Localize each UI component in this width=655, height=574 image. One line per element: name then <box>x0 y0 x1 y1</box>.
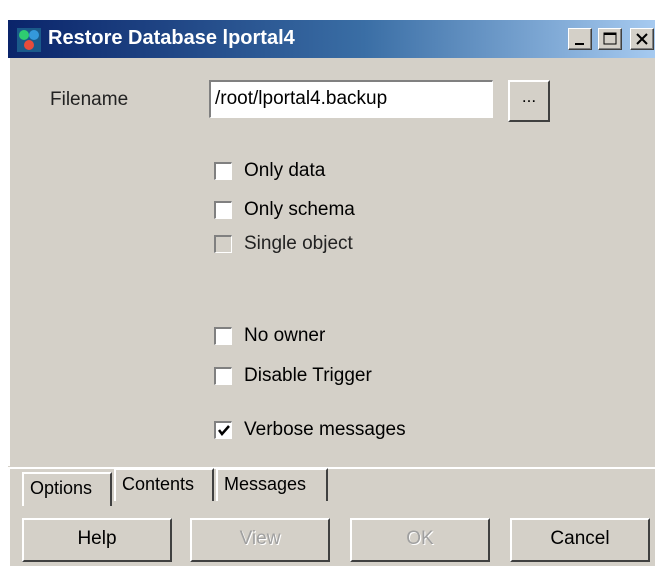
close-button[interactable] <box>630 28 654 50</box>
only-schema-checkbox[interactable] <box>214 201 232 219</box>
only-data-label: Only data <box>244 160 326 181</box>
filename-field[interactable]: /root/lportal4.backup <box>209 80 493 118</box>
help-button[interactable]: Help <box>22 518 172 562</box>
disable-trigger-checkbox[interactable] <box>214 367 232 385</box>
tab-options[interactable]: Options <box>22 472 112 506</box>
tab-strip-divider <box>8 466 655 469</box>
browse-button[interactable]: ... <box>508 80 550 122</box>
no-owner-checkbox[interactable] <box>214 327 232 345</box>
maximize-button[interactable] <box>598 28 622 50</box>
checkmark-icon <box>218 425 230 436</box>
cancel-button[interactable]: Cancel <box>510 518 650 562</box>
verbose-messages-label: Verbose messages <box>244 419 406 440</box>
database-restore-icon <box>16 27 42 53</box>
disable-trigger-label: Disable Trigger <box>244 365 372 386</box>
close-icon <box>636 33 648 45</box>
only-data-checkbox[interactable] <box>214 162 232 180</box>
ok-button: OK <box>350 518 490 562</box>
minimize-button[interactable] <box>568 28 592 50</box>
minimize-icon <box>575 43 584 45</box>
maximize-icon <box>603 32 617 45</box>
filename-label: Filename <box>50 89 129 110</box>
tab-messages[interactable]: Messages <box>216 468 328 501</box>
no-owner-label: No owner <box>244 325 326 346</box>
tab-contents[interactable]: Contents <box>114 468 214 501</box>
verbose-messages-checkbox[interactable] <box>214 421 232 439</box>
view-button: View <box>190 518 330 562</box>
single-object-checkbox <box>214 235 232 253</box>
title-bar[interactable]: Restore Database lportal4 <box>8 20 655 58</box>
window-title: Restore Database lportal4 <box>48 27 295 49</box>
single-object-label: Single object <box>244 233 353 254</box>
only-schema-label: Only schema <box>244 199 355 220</box>
